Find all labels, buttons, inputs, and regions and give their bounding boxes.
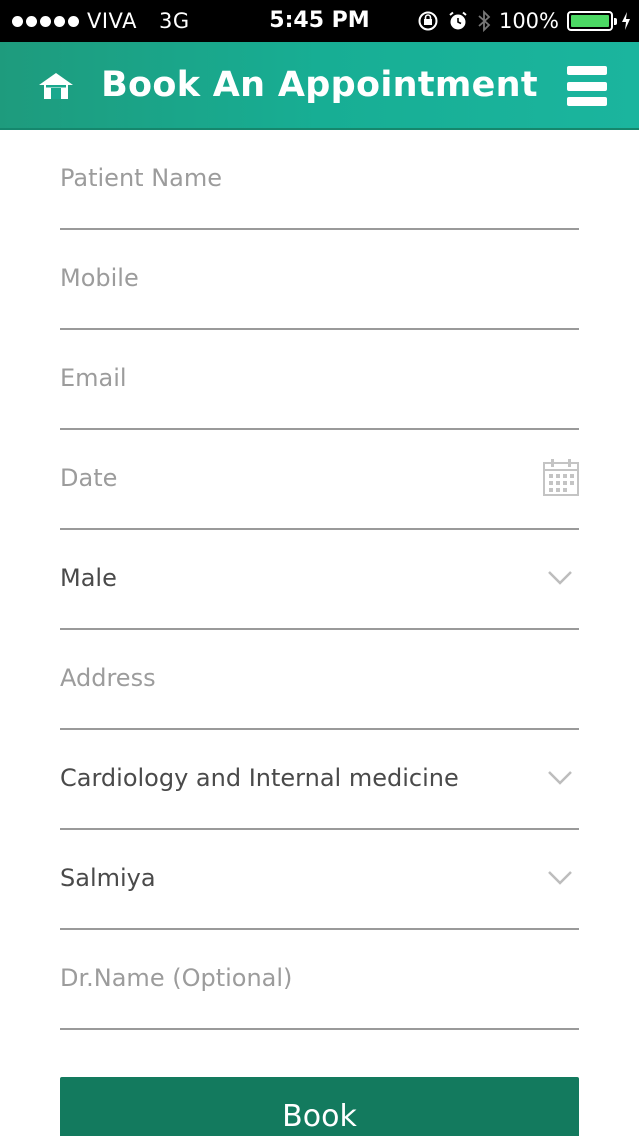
email-field[interactable]: Email <box>60 330 579 430</box>
gender-value: Male <box>60 564 117 592</box>
patient-name-field[interactable]: Patient Name <box>60 130 579 230</box>
rotation-lock-icon <box>417 10 439 32</box>
department-select[interactable]: Cardiology and Internal medicine <box>60 730 579 830</box>
status-bar: VIVA 3G 5:45 PM 100% <box>0 0 639 42</box>
department-value: Cardiology and Internal medicine <box>60 764 459 792</box>
date-field[interactable]: Date <box>60 430 579 530</box>
chevron-down-icon <box>548 771 572 785</box>
date-placeholder: Date <box>60 464 118 492</box>
alarm-icon <box>447 10 469 32</box>
chevron-down-icon <box>548 571 572 585</box>
doctor-name-field[interactable]: Dr.Name (Optional) <box>60 930 579 1030</box>
doctor-name-placeholder: Dr.Name (Optional) <box>60 964 293 992</box>
battery-icon <box>567 11 617 31</box>
email-placeholder: Email <box>60 364 127 392</box>
address-field[interactable]: Address <box>60 630 579 730</box>
mobile-placeholder: Mobile <box>60 264 139 292</box>
chevron-down-icon <box>548 871 572 885</box>
battery-percentage: 100% <box>498 9 559 33</box>
hamburger-menu-icon <box>567 66 607 75</box>
status-right: 100% <box>417 0 631 42</box>
menu-button[interactable] <box>567 66 611 106</box>
patient-name-placeholder: Patient Name <box>60 164 222 192</box>
gender-select[interactable]: Male <box>60 530 579 630</box>
location-value: Salmiya <box>60 864 156 892</box>
appointment-form: Patient Name Mobile Email Date Male Addr… <box>60 130 579 1030</box>
app-header: Book An Appointment <box>0 42 639 130</box>
bluetooth-icon <box>477 9 491 33</box>
charging-bolt-icon <box>621 11 631 31</box>
book-button[interactable]: Book <box>60 1077 579 1136</box>
location-select[interactable]: Salmiya <box>60 830 579 930</box>
page-title: Book An Appointment <box>101 65 538 105</box>
address-placeholder: Address <box>60 664 156 692</box>
calendar-icon[interactable] <box>543 458 579 496</box>
mobile-field[interactable]: Mobile <box>60 230 579 330</box>
